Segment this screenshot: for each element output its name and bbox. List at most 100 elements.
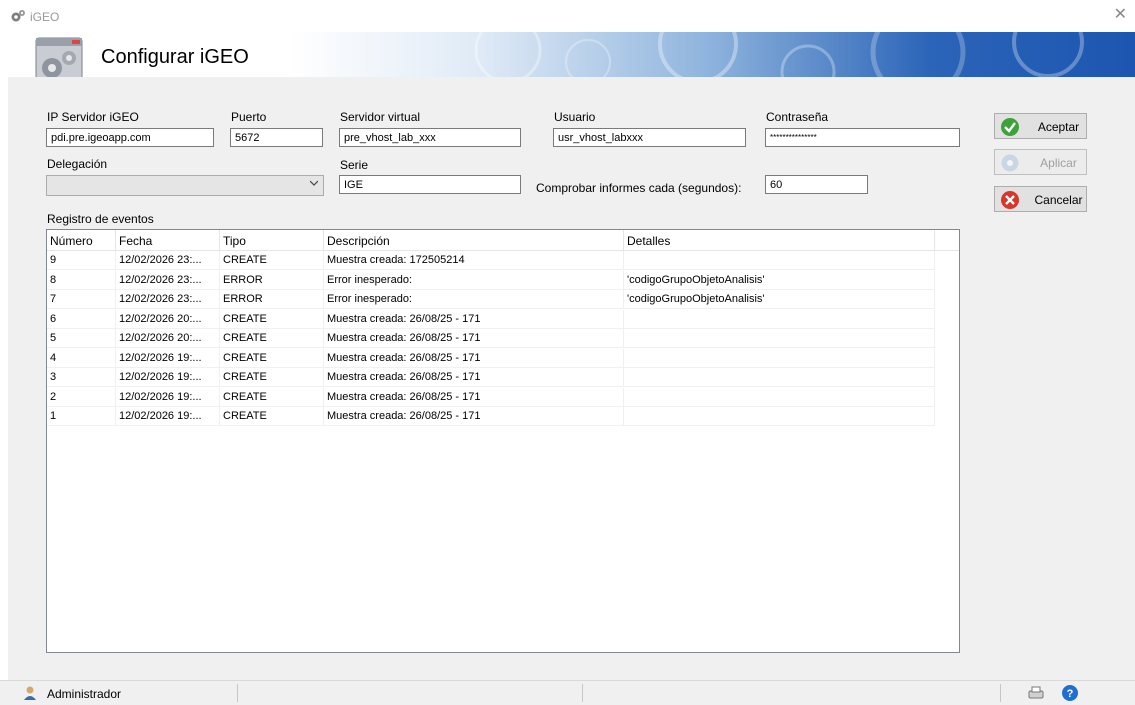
cell-desc: Muestra creada: 172505214 bbox=[324, 251, 624, 270]
ip-label: IP Servidor iGEO bbox=[47, 110, 139, 124]
cell-num: 6 bbox=[47, 309, 116, 329]
user-label: Usuario bbox=[554, 110, 596, 124]
cell-fecha: 12/02/2026 20:... bbox=[116, 309, 220, 329]
table-header: Número Fecha Tipo Descripción Detalles bbox=[47, 230, 959, 251]
events-label: Registro de eventos bbox=[47, 212, 154, 226]
title-bar: iGEO ✕ bbox=[0, 0, 1135, 32]
status-separator bbox=[582, 684, 583, 702]
table-row[interactable]: 5 12/02/2026 20:... CREATE Muestra creada: … bbox=[47, 329, 935, 348]
printer-icon[interactable] bbox=[1027, 684, 1045, 702]
port-label: Puerto bbox=[231, 110, 267, 124]
banner-decoration bbox=[474, 32, 1084, 77]
apply-label: Aplicar bbox=[1040, 156, 1077, 170]
cell-fecha: 12/02/2026 19:... bbox=[116, 407, 220, 426]
series-label: Serie bbox=[340, 158, 369, 172]
cell-tipo: CREATE bbox=[220, 407, 324, 426]
password-label: Contraseña bbox=[766, 110, 829, 124]
series-input[interactable]: IGE bbox=[339, 175, 521, 194]
port-input[interactable]: 5672 bbox=[230, 128, 323, 147]
cell-det bbox=[624, 368, 935, 387]
cell-tipo: CREATE bbox=[220, 348, 324, 368]
gears-icon bbox=[11, 10, 25, 22]
table-row[interactable]: 4 12/02/2026 19:... CREATE Muestra creada: … bbox=[47, 348, 935, 368]
cell-det bbox=[624, 329, 935, 348]
column-header-numero[interactable]: Número bbox=[47, 230, 116, 250]
vhost-label: Servidor virtual bbox=[340, 110, 421, 124]
cell-det: 'codigoGrupoObjetoAnalisis' bbox=[624, 290, 935, 309]
cell-desc: Muestra creada: 26/08/25 - 171 bbox=[324, 309, 624, 329]
page-title: Configurar iGEO bbox=[101, 46, 249, 68]
accept-button[interactable]: Aceptar bbox=[994, 113, 1087, 139]
table-row[interactable]: 9 12/02/2026 23:... CREATE Muestra creada: … bbox=[47, 251, 935, 270]
column-header-descripcion[interactable]: Descripción bbox=[324, 230, 624, 250]
cell-tipo: CREATE bbox=[220, 368, 324, 387]
cell-fecha: 12/02/2026 23:... bbox=[116, 270, 220, 290]
cell-desc: Muestra creada: 26/08/25 - 171 bbox=[324, 387, 624, 407]
column-header-fecha[interactable]: Fecha bbox=[116, 230, 220, 250]
cell-det: 'codigoGrupoObjetoAnalisis' bbox=[624, 270, 935, 290]
cell-fecha: 12/02/2026 23:... bbox=[116, 290, 220, 309]
cell-det bbox=[624, 251, 935, 270]
cell-fecha: 12/02/2026 20:... bbox=[116, 329, 220, 348]
password-input[interactable]: *************** bbox=[765, 128, 960, 147]
cell-num: 2 bbox=[47, 387, 116, 407]
table-row[interactable]: 2 12/02/2026 19:... CREATE Muestra creada: … bbox=[47, 387, 935, 407]
table-row[interactable]: 1 12/02/2026 19:... CREATE Muestra creada: … bbox=[47, 407, 935, 426]
cell-num: 8 bbox=[47, 270, 116, 290]
current-user: Administrador bbox=[47, 687, 122, 701]
cell-tipo: ERROR bbox=[220, 270, 324, 290]
delegation-label: Delegación bbox=[47, 157, 108, 171]
delegation-select[interactable] bbox=[46, 175, 324, 196]
check-interval-label: Comprobar informes cada (segundos): bbox=[536, 181, 742, 195]
table-row[interactable]: 3 12/02/2026 19:... CREATE Muestra creada: … bbox=[47, 368, 935, 387]
cancel-button[interactable]: Cancelar bbox=[994, 186, 1087, 212]
status-separator bbox=[1000, 684, 1001, 702]
cell-num: 7 bbox=[47, 290, 116, 309]
vhost-input[interactable]: pre_vhost_lab_xxx bbox=[339, 128, 521, 147]
cell-num: 4 bbox=[47, 348, 116, 368]
cell-det bbox=[624, 407, 935, 426]
user-icon bbox=[24, 686, 36, 700]
cell-fecha: 12/02/2026 19:... bbox=[116, 368, 220, 387]
cell-det bbox=[624, 387, 935, 407]
status-bar: Administrador ? bbox=[0, 680, 1135, 705]
cell-desc: Error inesperado: bbox=[324, 290, 624, 309]
cell-num: 5 bbox=[47, 329, 116, 348]
ip-input[interactable]: pdi.pre.igeoapp.com bbox=[46, 128, 214, 147]
help-icon[interactable]: ? bbox=[1061, 684, 1079, 702]
cell-fecha: 12/02/2026 19:... bbox=[116, 387, 220, 407]
chevron-down-icon bbox=[310, 180, 318, 186]
close-icon[interactable]: ✕ bbox=[1114, 7, 1127, 23]
apply-button[interactable]: Aplicar bbox=[994, 149, 1087, 175]
cell-tipo: ERROR bbox=[220, 290, 324, 309]
column-header-detalles[interactable]: Detalles bbox=[624, 230, 935, 250]
cell-num: 3 bbox=[47, 368, 116, 387]
cell-tipo: CREATE bbox=[220, 329, 324, 348]
cell-fecha: 12/02/2026 23:... bbox=[116, 251, 220, 270]
cell-desc: Error inesperado: bbox=[324, 270, 624, 290]
cancel-label: Cancelar bbox=[1034, 193, 1083, 207]
status-separator bbox=[237, 684, 238, 702]
cell-tipo: CREATE bbox=[220, 309, 324, 329]
cell-desc: Muestra creada: 26/08/25 - 171 bbox=[324, 368, 624, 387]
window-title: iGEO bbox=[30, 10, 60, 24]
cell-desc: Muestra creada: 26/08/25 - 171 bbox=[324, 329, 624, 348]
table-row[interactable]: 8 12/02/2026 23:... ERROR Error inesperado:… bbox=[47, 270, 935, 290]
svg-text:?: ? bbox=[1067, 688, 1074, 700]
cell-tipo: CREATE bbox=[220, 251, 324, 270]
cell-det bbox=[624, 309, 935, 329]
cell-tipo: CREATE bbox=[220, 387, 324, 407]
column-header-tipo[interactable]: Tipo bbox=[220, 230, 324, 250]
cell-det bbox=[624, 348, 935, 368]
cell-num: 9 bbox=[47, 251, 116, 270]
events-table[interactable]: Número Fecha Tipo Descripción Detalles 9… bbox=[46, 229, 960, 653]
cell-desc: Muestra creada: 26/08/25 - 171 bbox=[324, 348, 624, 368]
table-row[interactable]: 7 12/02/2026 23:... ERROR Error inesperado:… bbox=[47, 290, 935, 309]
accept-label: Aceptar bbox=[1037, 120, 1080, 134]
cell-desc: Muestra creada: 26/08/25 - 171 bbox=[324, 407, 624, 426]
table-row[interactable]: 6 12/02/2026 20:... CREATE Muestra creada: … bbox=[47, 309, 935, 329]
check-interval-input[interactable]: 60 bbox=[765, 175, 868, 194]
cell-num: 1 bbox=[47, 407, 116, 426]
user-input[interactable]: usr_vhost_labxxx bbox=[553, 128, 746, 147]
cell-fecha: 12/02/2026 19:... bbox=[116, 348, 220, 368]
